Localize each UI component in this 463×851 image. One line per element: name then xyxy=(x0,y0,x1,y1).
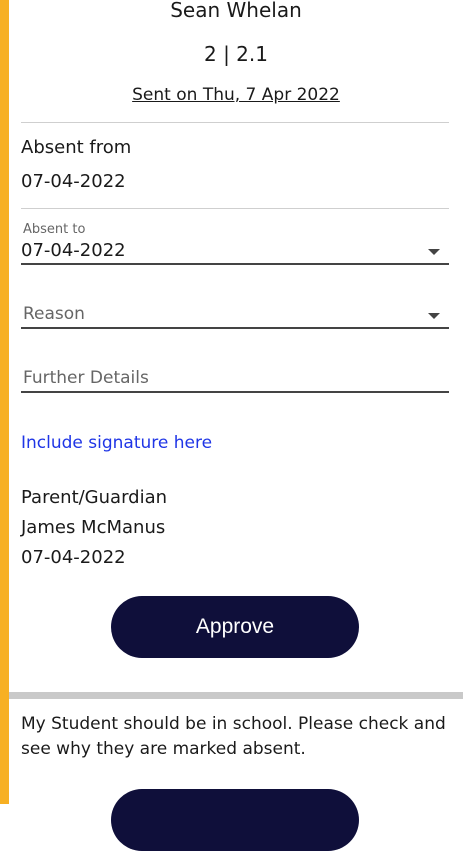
absent-to-underline xyxy=(21,263,449,265)
chevron-down-icon xyxy=(428,249,440,255)
sent-on-date: Sent on Thu, 7 Apr 2022 xyxy=(132,85,340,105)
include-signature-link[interactable]: Include signature here xyxy=(21,433,212,453)
further-details-underline xyxy=(21,391,449,393)
guardian-label: Parent/Guardian xyxy=(21,487,168,508)
accent-bar xyxy=(0,0,9,804)
approve-button[interactable]: Approve xyxy=(111,596,359,658)
reason-underline xyxy=(21,327,449,329)
absence-message: My Student should be in school. Please c… xyxy=(21,714,446,759)
class-label: 2 | 2.1 xyxy=(204,42,268,66)
absent-to-label: Absent to xyxy=(23,222,86,237)
secondary-button[interactable] xyxy=(111,789,359,851)
absent-from-label: Absent from xyxy=(21,137,132,158)
absent-to-value: 07-04-2022 xyxy=(21,240,126,261)
divider xyxy=(21,208,449,209)
absent-to-dropdown[interactable]: Absent to 07-04-2022 xyxy=(21,222,449,266)
section-divider xyxy=(9,692,463,699)
absent-from-value: 07-04-2022 xyxy=(21,171,126,192)
chevron-down-icon xyxy=(428,313,440,319)
reason-dropdown[interactable]: Reason xyxy=(21,300,449,328)
guardian-name: James McManus xyxy=(21,517,166,538)
further-details-input[interactable]: Further Details xyxy=(21,364,449,392)
student-name: Sean Whelan xyxy=(170,0,302,22)
guardian-date: 07-04-2022 xyxy=(21,547,126,568)
reason-placeholder: Reason xyxy=(23,304,85,324)
divider xyxy=(21,122,449,123)
further-details-placeholder: Further Details xyxy=(23,368,149,388)
